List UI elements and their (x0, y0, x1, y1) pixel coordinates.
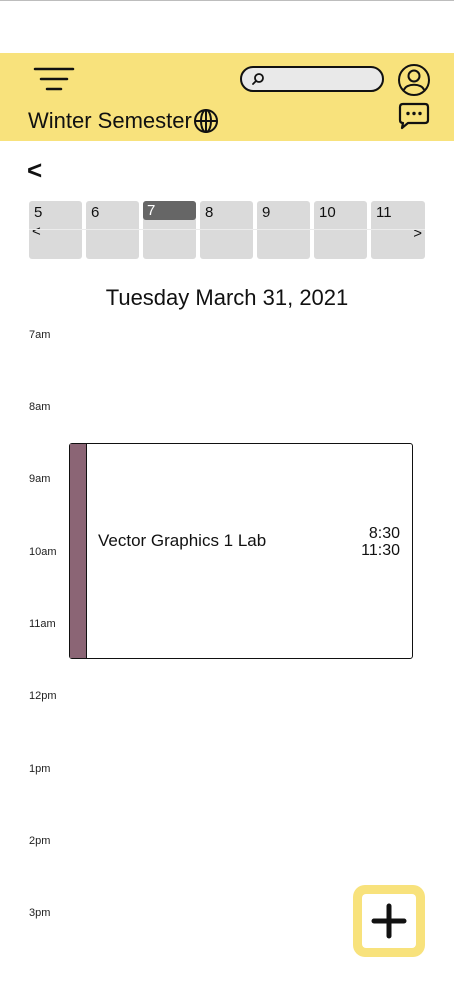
semester-title-text: Winter Semester (28, 108, 192, 133)
account-icon (398, 64, 430, 96)
strip-divider (29, 229, 425, 230)
hour-label: 8am (29, 401, 51, 413)
day-number: 10 (319, 204, 336, 221)
day-number: 11 (376, 204, 392, 221)
day-number: 9 (262, 204, 271, 221)
hour-label: 10am (29, 546, 57, 558)
add-event-button[interactable] (353, 885, 425, 957)
hour-label: 2pm (29, 835, 51, 847)
hour-label: 11am (29, 618, 56, 630)
hour-label: 7am (29, 329, 51, 341)
day-number: 8 (205, 204, 214, 221)
event-title: Vector Graphics 1 Lab (98, 531, 267, 550)
hour-label: 3pm (29, 907, 51, 919)
chat-button[interactable] (398, 101, 430, 131)
globe-icon[interactable] (193, 108, 219, 134)
hour-label: 9am (29, 473, 51, 485)
search-bar[interactable] (240, 66, 384, 92)
day-cell-7-selected[interactable]: 7 (143, 201, 196, 259)
day-number: 6 (91, 204, 100, 221)
day-number: 7 (147, 202, 156, 219)
event-color-bar (70, 444, 87, 658)
day-cell-10[interactable]: 10 (314, 201, 367, 259)
next-week-button[interactable]: > (413, 225, 422, 242)
menu-icon (33, 67, 75, 91)
semester-title: Winter Semester (28, 107, 219, 135)
top-divider (0, 0, 454, 1)
event-card[interactable]: Vector Graphics 1 Lab 8:30 11:30 (69, 443, 413, 659)
account-button[interactable] (397, 63, 431, 97)
app-header: Winter Semester (0, 53, 454, 141)
day-cell-9[interactable]: 9 (257, 201, 310, 259)
day-number: 5 (34, 204, 43, 221)
hour-label: 12pm (29, 690, 57, 702)
hour-label: 1pm (29, 763, 51, 775)
day-cell-6[interactable]: 6 (86, 201, 139, 259)
plus-icon (371, 903, 407, 939)
menu-button[interactable] (31, 65, 79, 95)
search-icon (252, 73, 264, 85)
chat-icon (398, 102, 430, 130)
event-end-time: 11:30 (361, 542, 400, 559)
day-cell-8[interactable]: 8 (200, 201, 253, 259)
event-start-time: 8:30 (368, 525, 400, 542)
date-title: Tuesday March 31, 2021 (105, 285, 349, 310)
search-input[interactable] (268, 70, 380, 90)
week-strip: 5 < 6 7 8 9 10 11 > (29, 201, 425, 259)
event-time: 8:30 11:30 (361, 525, 400, 559)
day-cell-11[interactable]: 11 > (371, 201, 425, 259)
day-cell-5[interactable]: 5 < (29, 201, 82, 259)
prev-week-button[interactable]: < (32, 223, 41, 240)
back-button[interactable]: < (27, 155, 51, 185)
